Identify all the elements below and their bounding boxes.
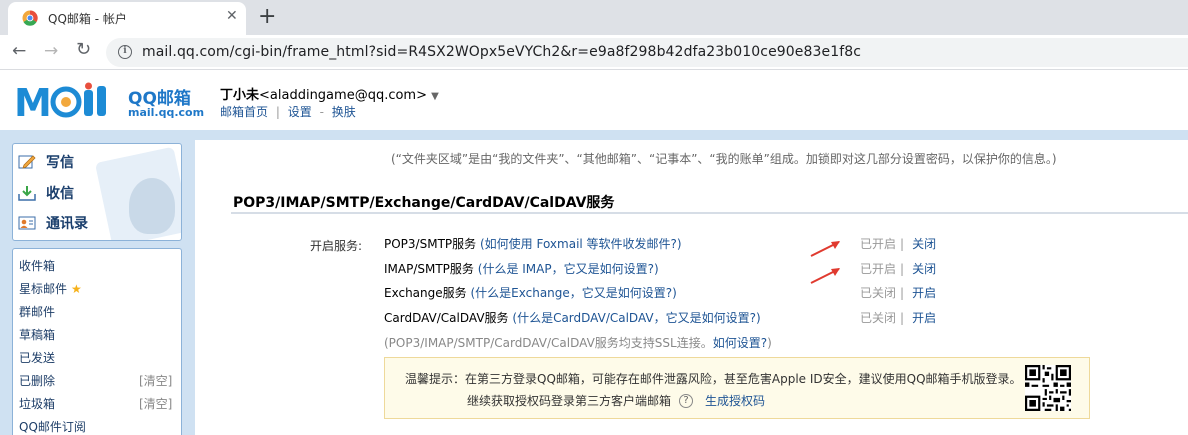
folder-sent[interactable]: 已发送 xyxy=(19,349,55,366)
tab-close-icon[interactable]: ✕ xyxy=(226,8,238,24)
account-dropdown-icon[interactable]: ▼ xyxy=(431,91,439,102)
service-name: IMAP/SMTP服务 xyxy=(384,262,474,276)
reload-icon[interactable]: ↻ xyxy=(76,39,91,60)
folder-starred[interactable]: 星标邮件 ★ xyxy=(19,280,82,297)
red-arrow-annotation xyxy=(810,268,840,284)
new-tab-icon[interactable]: + xyxy=(258,2,276,32)
folder-group-mail[interactable]: 群邮件 xyxy=(19,303,55,320)
generate-auth-code-link[interactable]: 生成授权码 xyxy=(705,392,765,409)
back-arrow-icon[interactable]: ← xyxy=(12,41,26,61)
user-account[interactable]: 丁小未<aladdingame@qq.com> ▼ xyxy=(220,84,439,103)
service-carddav: CardDAV/CalDAV服务 (什么是CardDAV/CalDAV，它又是如… xyxy=(384,311,761,325)
folder-starred-label: 星标邮件 xyxy=(19,282,68,296)
help-icon[interactable]: ? xyxy=(679,393,694,408)
folder-drafts[interactable]: 草稿箱 xyxy=(19,326,55,343)
service-name: Exchange服务 xyxy=(384,286,467,300)
ssl-note: (POP3/IMAP/SMTP/CardDAV/CalDAV服务均支持SSL连接… xyxy=(384,336,772,350)
address-bar[interactable]: i mail.qq.com/cgi-bin/frame_html?sid=R4S… xyxy=(106,38,1188,67)
link-separator: | xyxy=(275,105,280,119)
folder-subscriptions[interactable]: QQ邮件订阅 xyxy=(19,418,86,435)
open-services-label: 开启服务: xyxy=(310,239,363,253)
browser-tabstrip: QQ邮箱 - 帐户 ✕ + xyxy=(0,0,1188,35)
penguin-decoration xyxy=(129,178,175,234)
service-pop3-toggle[interactable]: 关闭 xyxy=(912,237,936,251)
header-band xyxy=(0,130,1188,140)
status-text: 已开启 xyxy=(860,262,897,276)
service-name: CardDAV/CalDAV服务 xyxy=(384,311,509,325)
receive-button[interactable]: 收信 xyxy=(18,183,74,203)
service-help-link[interactable]: 什么是 IMAP，它又是如何设置? xyxy=(482,262,654,276)
mail-logo-icon: M xyxy=(14,81,106,125)
service-carddav-toggle[interactable]: 开启 xyxy=(912,311,936,325)
contacts-label: 通讯录 xyxy=(46,216,88,232)
service-help-link[interactable]: 什么是Exchange，它又是如何设置? xyxy=(475,286,672,300)
link-settings[interactable]: 设置 xyxy=(288,105,312,119)
contacts-button[interactable]: 通讯录 xyxy=(18,213,88,233)
status-text: 已关闭 xyxy=(860,286,897,300)
url-text[interactable]: mail.qq.com/cgi-bin/frame_html?sid=R4SX2… xyxy=(142,44,861,60)
ssl-note-text: (POP3/IMAP/SMTP/CardDAV/CalDAV服务均支持SSL连接… xyxy=(384,336,713,350)
warning-tip-box: 温馨提示：在第三方登录QQ邮箱，可能存在邮件泄露风险，甚至危害Apple ID安… xyxy=(384,357,1090,419)
tip-auth-line: 继续获取授权码登录第三方客户端邮箱 ? 生成授权码 xyxy=(467,392,765,409)
status-text: 已关闭 xyxy=(860,311,897,325)
user-name: 丁小未 xyxy=(220,88,260,103)
service-imap-status: 已开启 | 关闭 xyxy=(860,262,937,276)
qq-mail-logo[interactable]: M QQ邮箱 mail.qq.com xyxy=(14,81,205,126)
user-email: <aladdingame@qq.com> xyxy=(259,88,427,103)
folder-inbox[interactable]: 收件箱 xyxy=(19,257,55,274)
user-links: 邮箱首页 | 设置 - 换肤 xyxy=(220,103,356,120)
svg-text:M: M xyxy=(14,82,52,122)
star-icon: ★ xyxy=(71,282,82,296)
folder-lock-note: (“文件夹区域”是由“我的文件夹”、“其他邮箱”、“记事本”、“我的账单”组成。… xyxy=(391,152,1057,166)
service-help-link[interactable]: 如何使用 Foxmail 等软件收发邮件? xyxy=(485,237,677,251)
compose-icon xyxy=(18,155,36,169)
qr-code-icon xyxy=(1025,365,1071,411)
section-divider xyxy=(231,212,1188,214)
link-mail-home[interactable]: 邮箱首页 xyxy=(220,105,268,119)
chrome-favicon-icon xyxy=(22,10,38,26)
section-title: POP3/IMAP/SMTP/Exchange/CardDAV/CalDAV服务 xyxy=(233,195,615,211)
service-pop3-status: 已开启 | 关闭 xyxy=(860,237,937,251)
status-text: 已开启 xyxy=(860,237,897,251)
browser-tab[interactable]: QQ邮箱 - 帐户 ✕ xyxy=(8,2,246,35)
service-imap-toggle[interactable]: 关闭 xyxy=(912,262,936,276)
logo-domain-text: mail.qq.com xyxy=(128,106,205,119)
service-exchange-toggle[interactable]: 开启 xyxy=(912,286,936,300)
inbox-download-icon xyxy=(18,186,36,201)
service-exchange: Exchange服务 (什么是Exchange，它又是如何设置?) xyxy=(384,286,677,300)
ssl-howto-link[interactable]: 如何设置? xyxy=(713,336,767,350)
tab-title: QQ邮箱 - 帐户 xyxy=(48,12,127,26)
receive-label: 收信 xyxy=(46,186,74,202)
tip-warning-text: 温馨提示：在第三方登录QQ邮箱，可能存在邮件泄露风险，甚至危害Apple ID安… xyxy=(405,372,1022,386)
settings-panel: (“文件夹区域”是由“我的文件夹”、“其他邮箱”、“记事本”、“我的账单”组成。… xyxy=(188,140,1188,435)
red-arrow-annotation xyxy=(810,241,840,257)
service-exchange-status: 已关闭 | 开启 xyxy=(860,286,937,300)
browser-toolbar: ← → ↻ i mail.qq.com/cgi-bin/frame_html?s… xyxy=(0,35,1188,70)
site-info-icon[interactable]: i xyxy=(118,45,132,59)
service-pop3: POP3/SMTP服务 (如何使用 Foxmail 等软件收发邮件?) xyxy=(384,237,682,251)
service-imap: IMAP/SMTP服务 (什么是 IMAP，它又是如何设置?) xyxy=(384,262,659,276)
service-name: POP3/SMTP服务 xyxy=(384,237,477,251)
forward-arrow-icon[interactable]: → xyxy=(44,41,58,61)
link-separator: - xyxy=(319,105,324,119)
link-change-skin[interactable]: 换肤 xyxy=(332,105,356,119)
service-carddav-status: 已关闭 | 开启 xyxy=(860,311,937,325)
compose-label: 写信 xyxy=(46,155,74,171)
folder-deleted[interactable]: 已删除 xyxy=(19,372,55,389)
service-help-link[interactable]: 什么是CardDAV/CalDAV，它又是如何设置? xyxy=(517,311,756,325)
folder-spam[interactable]: 垃圾箱 xyxy=(19,395,55,412)
tip-auth-text: 继续获取授权码登录第三方客户端邮箱 xyxy=(467,394,672,408)
contacts-icon xyxy=(18,216,36,230)
compose-button[interactable]: 写信 xyxy=(18,152,74,172)
